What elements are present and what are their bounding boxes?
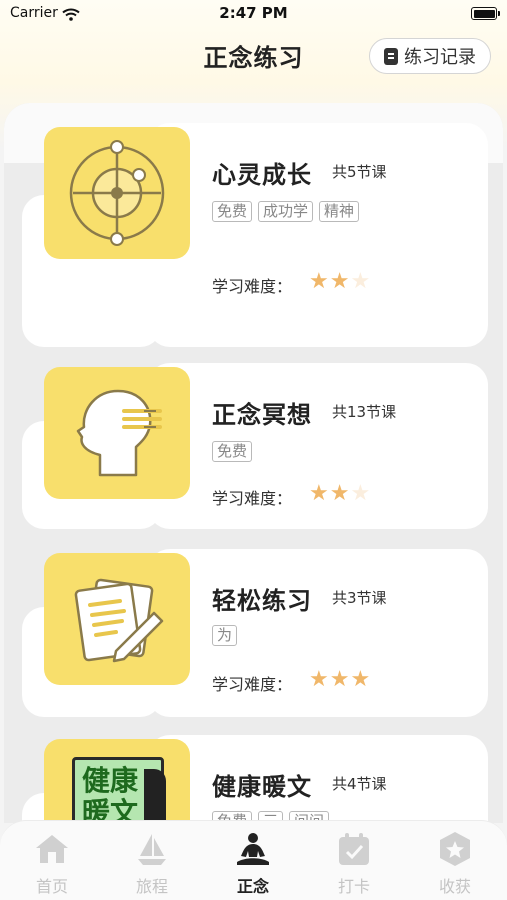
tab-label: 首页 (35, 877, 68, 896)
difficulty-label: 学习难度： (212, 675, 293, 694)
course-list[interactable]: 心灵成长 共5节课 免费 成功学 精神 学习难度： ★ ★ ★ 正念冥想 共13节课… (4, 103, 503, 823)
tag: 精神 (319, 201, 360, 222)
star-filled-icon: ★ (309, 481, 329, 506)
tab-home[interactable]: 首页 (12, 831, 92, 897)
lesson-count: 共4节课 (332, 775, 387, 793)
tab-label: 打卡 (337, 877, 370, 896)
status-time: 2:47 PM (219, 4, 288, 22)
meditation-icon (213, 831, 293, 867)
tag: 免费 (212, 201, 253, 222)
course-title: 健康暖文 (212, 773, 312, 801)
tab-bar: 首页 旅程 正念 打卡 收获 (0, 820, 507, 900)
compass-target-icon (44, 127, 190, 259)
tab-label: 正念 (236, 877, 269, 896)
tab-journey[interactable]: 旅程 (112, 831, 192, 897)
star-filled-icon: ★ (329, 481, 350, 506)
notes-pencil-icon (44, 553, 190, 685)
tag: 免费 (212, 441, 253, 462)
tag: 成功学 (258, 201, 314, 222)
star-filled-icon: ★ (309, 269, 329, 294)
sailboat-icon (112, 831, 192, 867)
star-empty-icon: ★ (350, 481, 371, 506)
document-icon (384, 47, 398, 65)
tab-checkin[interactable]: 打卡 (314, 831, 394, 897)
tab-label: 收获 (438, 877, 471, 896)
tag-list: 免费 成功学 精神 (212, 201, 360, 222)
calendar-check-icon (314, 831, 394, 867)
difficulty-label: 学习难度： (212, 489, 293, 508)
practice-record-button[interactable]: 练习记录 (369, 38, 491, 74)
course-title: 轻松练习 (212, 587, 312, 615)
tag-list: 为 (212, 625, 238, 646)
tab-harvest[interactable]: 收获 (415, 831, 495, 897)
status-bar: Carrier 2:47 PM (0, 0, 507, 28)
star-filled-icon: ★ (329, 667, 350, 692)
difficulty-stars: ★ ★ ★ (309, 271, 370, 293)
lesson-count: 共3节课 (332, 589, 387, 607)
book-spine (144, 769, 166, 823)
difficulty-label: 学习难度： (212, 277, 293, 296)
lesson-count: 共5节课 (332, 163, 387, 181)
star-empty-icon: ★ (350, 269, 371, 294)
difficulty-stars: ★ ★ ★ (309, 669, 370, 691)
battery-icon (471, 7, 500, 20)
book-title-text: 健康暖文 (82, 764, 139, 824)
star-filled-icon: ★ (329, 269, 350, 294)
tab-label: 旅程 (135, 877, 168, 896)
tag-list: 免费 (212, 441, 253, 462)
tag: 为 (212, 625, 238, 646)
star-badge-icon (415, 831, 495, 867)
practice-record-label: 练习记录 (404, 47, 476, 68)
star-filled-icon: ★ (350, 667, 371, 692)
meditation-head-icon (44, 367, 190, 499)
course-title: 心灵成长 (212, 161, 312, 189)
home-icon (12, 831, 92, 867)
book-cover-icon: 健康暖文 (44, 739, 190, 823)
course-title: 正念冥想 (212, 401, 312, 429)
lesson-count: 共13节课 (332, 403, 397, 421)
tab-mindfulness[interactable]: 正念 (213, 831, 293, 897)
difficulty-stars: ★ ★ ★ (309, 483, 370, 505)
star-filled-icon: ★ (309, 667, 329, 692)
